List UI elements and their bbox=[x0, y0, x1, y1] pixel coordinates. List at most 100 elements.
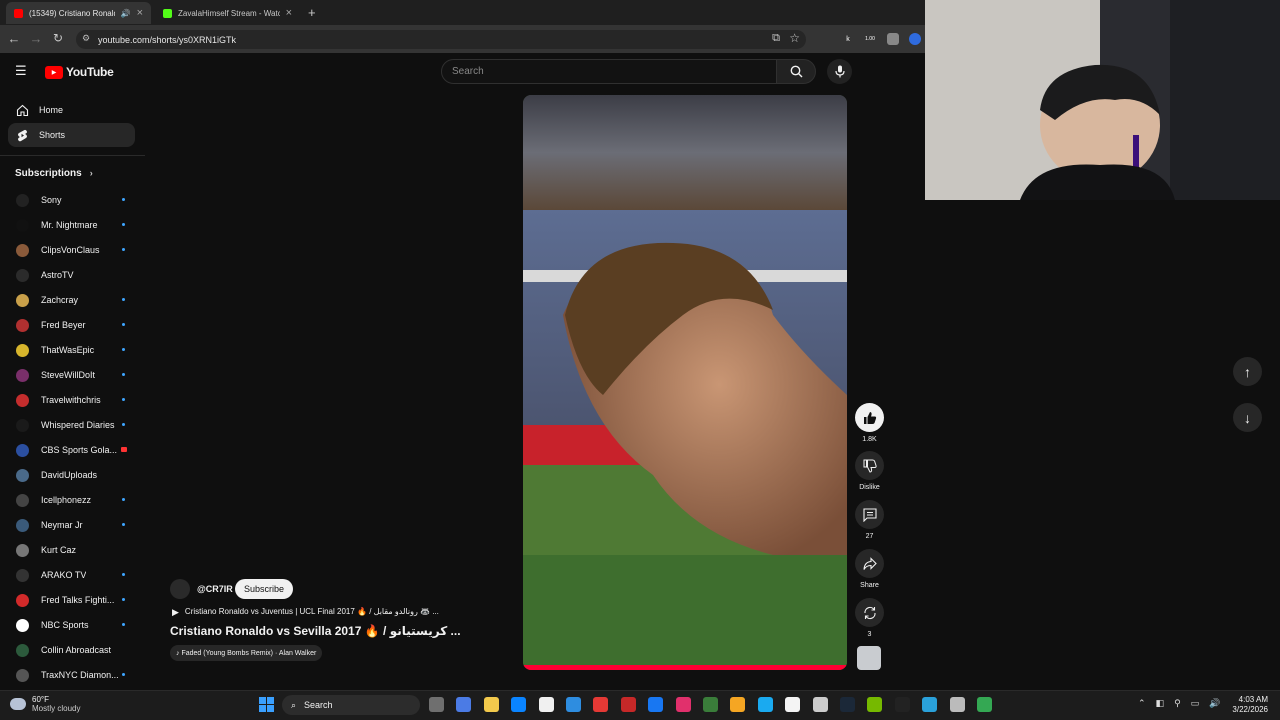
comments-button[interactable] bbox=[855, 500, 884, 529]
subscription-name: ARAKO TV bbox=[41, 570, 87, 580]
sound-thumbnail[interactable] bbox=[857, 646, 881, 670]
taskbar-app-icon[interactable] bbox=[566, 697, 581, 712]
taskbar-app-icon[interactable] bbox=[730, 697, 746, 712]
next-short-button[interactable]: ↓ bbox=[1233, 403, 1262, 432]
taskbar-app-icon[interactable] bbox=[977, 697, 992, 712]
subscription-item[interactable]: ARAKO TV bbox=[8, 563, 135, 587]
like-button[interactable] bbox=[855, 403, 884, 432]
close-tab-icon[interactable]: × bbox=[137, 7, 143, 19]
subscription-name: Sony bbox=[41, 195, 62, 205]
subscription-item[interactable]: Kurt Caz bbox=[8, 538, 135, 562]
taskbar-app-icon[interactable] bbox=[483, 697, 499, 712]
tab-youtube[interactable]: (15349) Cristiano Ronaldo v 🔊 × bbox=[6, 2, 151, 24]
taskbar-app-icon[interactable] bbox=[894, 697, 910, 712]
subscription-item[interactable]: ClipsVonClaus bbox=[8, 238, 135, 262]
new-content-dot bbox=[122, 323, 125, 326]
reload-icon[interactable]: ↻ bbox=[50, 31, 66, 45]
subscription-item[interactable]: Zachcray bbox=[8, 288, 135, 312]
extension-kick-icon[interactable]: k bbox=[842, 33, 854, 45]
search-input[interactable]: Search bbox=[441, 59, 777, 84]
dislike-button[interactable] bbox=[855, 451, 884, 480]
volume-icon[interactable]: 🔊 bbox=[1209, 698, 1220, 709]
taskbar-app-icon[interactable] bbox=[593, 697, 609, 712]
subscription-item[interactable]: TraxNYC Diamon... bbox=[8, 663, 135, 687]
start-windows-icon[interactable] bbox=[259, 697, 274, 712]
taskbar-app-icon[interactable] bbox=[511, 697, 527, 712]
forward-icon[interactable]: → bbox=[28, 31, 44, 46]
speaker-icon[interactable]: 🔊 bbox=[121, 9, 131, 18]
address-bar[interactable]: ⚙ youtube.com/shorts/ys0XRN1iGTk ⧉ ☆ bbox=[76, 30, 806, 49]
search-icon bbox=[790, 65, 802, 78]
taskbar-search[interactable]: ⌕ Search bbox=[282, 695, 420, 715]
subscription-item[interactable]: Fred Talks Fighti... bbox=[8, 588, 135, 612]
share-button[interactable] bbox=[855, 549, 884, 578]
taskbar-app-icon[interactable] bbox=[867, 697, 883, 712]
subscription-item[interactable]: Whispered Diaries bbox=[8, 413, 135, 437]
taskbar-app-icon[interactable] bbox=[757, 697, 773, 712]
voice-search-button[interactable] bbox=[827, 59, 852, 84]
taskbar-app-icon[interactable] bbox=[456, 697, 472, 712]
subscription-item[interactable]: Sony bbox=[8, 188, 135, 212]
channel-avatar[interactable] bbox=[170, 579, 190, 599]
microphone-icon[interactable]: ⚲ bbox=[1174, 698, 1181, 709]
chevron-up-icon[interactable]: ⌃ bbox=[1138, 698, 1146, 709]
taskbar-app-icon[interactable] bbox=[785, 697, 801, 712]
extension-grey-icon[interactable] bbox=[887, 33, 899, 45]
taskbar-app-icon[interactable] bbox=[429, 697, 444, 712]
subscribe-button[interactable]: Subscribe bbox=[235, 579, 294, 599]
bookmark-star-icon[interactable]: ☆ bbox=[789, 31, 800, 45]
taskbar-app-icon[interactable] bbox=[648, 697, 664, 712]
new-tab-icon[interactable]: + bbox=[308, 5, 316, 20]
subscription-item[interactable]: SteveWillDoIt bbox=[8, 363, 135, 387]
taskbar-app-icon[interactable] bbox=[949, 697, 965, 712]
subscription-item[interactable]: Mr. Nightmare bbox=[8, 213, 135, 237]
subscription-item[interactable]: Fred Beyer bbox=[8, 313, 135, 337]
menu-hamburger-icon[interactable]: ☰ bbox=[15, 64, 29, 77]
taskbar-app-icon[interactable] bbox=[538, 697, 554, 712]
subscription-item[interactable]: CBS Sports Gola... bbox=[8, 438, 135, 462]
tab-kick[interactable]: ZavalaHimself Stream - Watch × bbox=[155, 2, 300, 24]
subscription-item[interactable]: Neymar Jr bbox=[8, 513, 135, 537]
subscription-item[interactable]: DavidUploads bbox=[8, 463, 135, 487]
search-button[interactable] bbox=[776, 59, 816, 84]
subscription-item[interactable]: NBC Sports bbox=[8, 613, 135, 637]
site-info-icon[interactable]: ⚙ bbox=[82, 33, 90, 44]
previous-short-button[interactable]: ↑ bbox=[1233, 357, 1262, 386]
channel-name[interactable]: @CR7IR bbox=[197, 584, 233, 594]
taskbar-app-icon[interactable] bbox=[812, 697, 828, 712]
music-chip[interactable]: ♪ Faded (Young Bombs Remix) · Alan Walke… bbox=[170, 645, 323, 661]
back-icon[interactable]: ← bbox=[6, 31, 22, 46]
subscriptions-header[interactable]: Subscriptions › bbox=[15, 168, 93, 179]
display-icon[interactable]: ▭ bbox=[1191, 698, 1200, 709]
subscription-item[interactable]: Icellphonezz bbox=[8, 488, 135, 512]
taskbar-app-icon[interactable] bbox=[620, 697, 636, 712]
channel-avatar bbox=[16, 268, 29, 282]
weather-widget[interactable]: 60°F Mostly cloudy bbox=[10, 695, 80, 713]
subscription-item[interactable]: AstroTV bbox=[8, 263, 135, 287]
clock[interactable]: 4:03 AM 3/22/2026 bbox=[1222, 695, 1268, 715]
network-icon[interactable]: ◧ bbox=[1156, 698, 1165, 709]
youtube-favicon-icon bbox=[14, 8, 23, 18]
extension-counter-icon[interactable]: 1.00 bbox=[864, 33, 876, 45]
video-frame-image bbox=[523, 95, 847, 670]
sidebar-item-shorts[interactable]: Shorts bbox=[8, 123, 135, 147]
install-app-icon[interactable]: ⧉ bbox=[772, 32, 780, 45]
close-tab-icon[interactable]: × bbox=[286, 7, 292, 19]
related-video-link[interactable]: ▶ Cristiano Ronaldo vs Juventus | UCL Fi… bbox=[172, 607, 439, 618]
youtube-logo[interactable]: ▶ YouTube bbox=[45, 65, 114, 79]
subscription-item[interactable]: ThatWasEpic bbox=[8, 338, 135, 362]
subscription-name: Icellphonezz bbox=[41, 495, 92, 505]
short-video-player[interactable] bbox=[523, 95, 847, 670]
channel-avatar bbox=[16, 618, 29, 632]
like-count: 1.8K bbox=[862, 436, 877, 443]
taskbar-app-icon[interactable] bbox=[840, 697, 855, 712]
channel-avatar bbox=[16, 418, 29, 432]
remix-button[interactable] bbox=[855, 598, 884, 627]
extension-blue-icon[interactable] bbox=[909, 33, 921, 45]
subscription-item[interactable]: Collin Abroadcast bbox=[8, 638, 135, 662]
subscription-item[interactable]: Travelwithchris bbox=[8, 388, 135, 412]
sidebar-item-home[interactable]: Home bbox=[8, 98, 135, 122]
taskbar-app-icon[interactable] bbox=[703, 697, 718, 712]
taskbar-app-icon[interactable] bbox=[922, 697, 938, 712]
taskbar-app-icon[interactable] bbox=[675, 697, 691, 712]
